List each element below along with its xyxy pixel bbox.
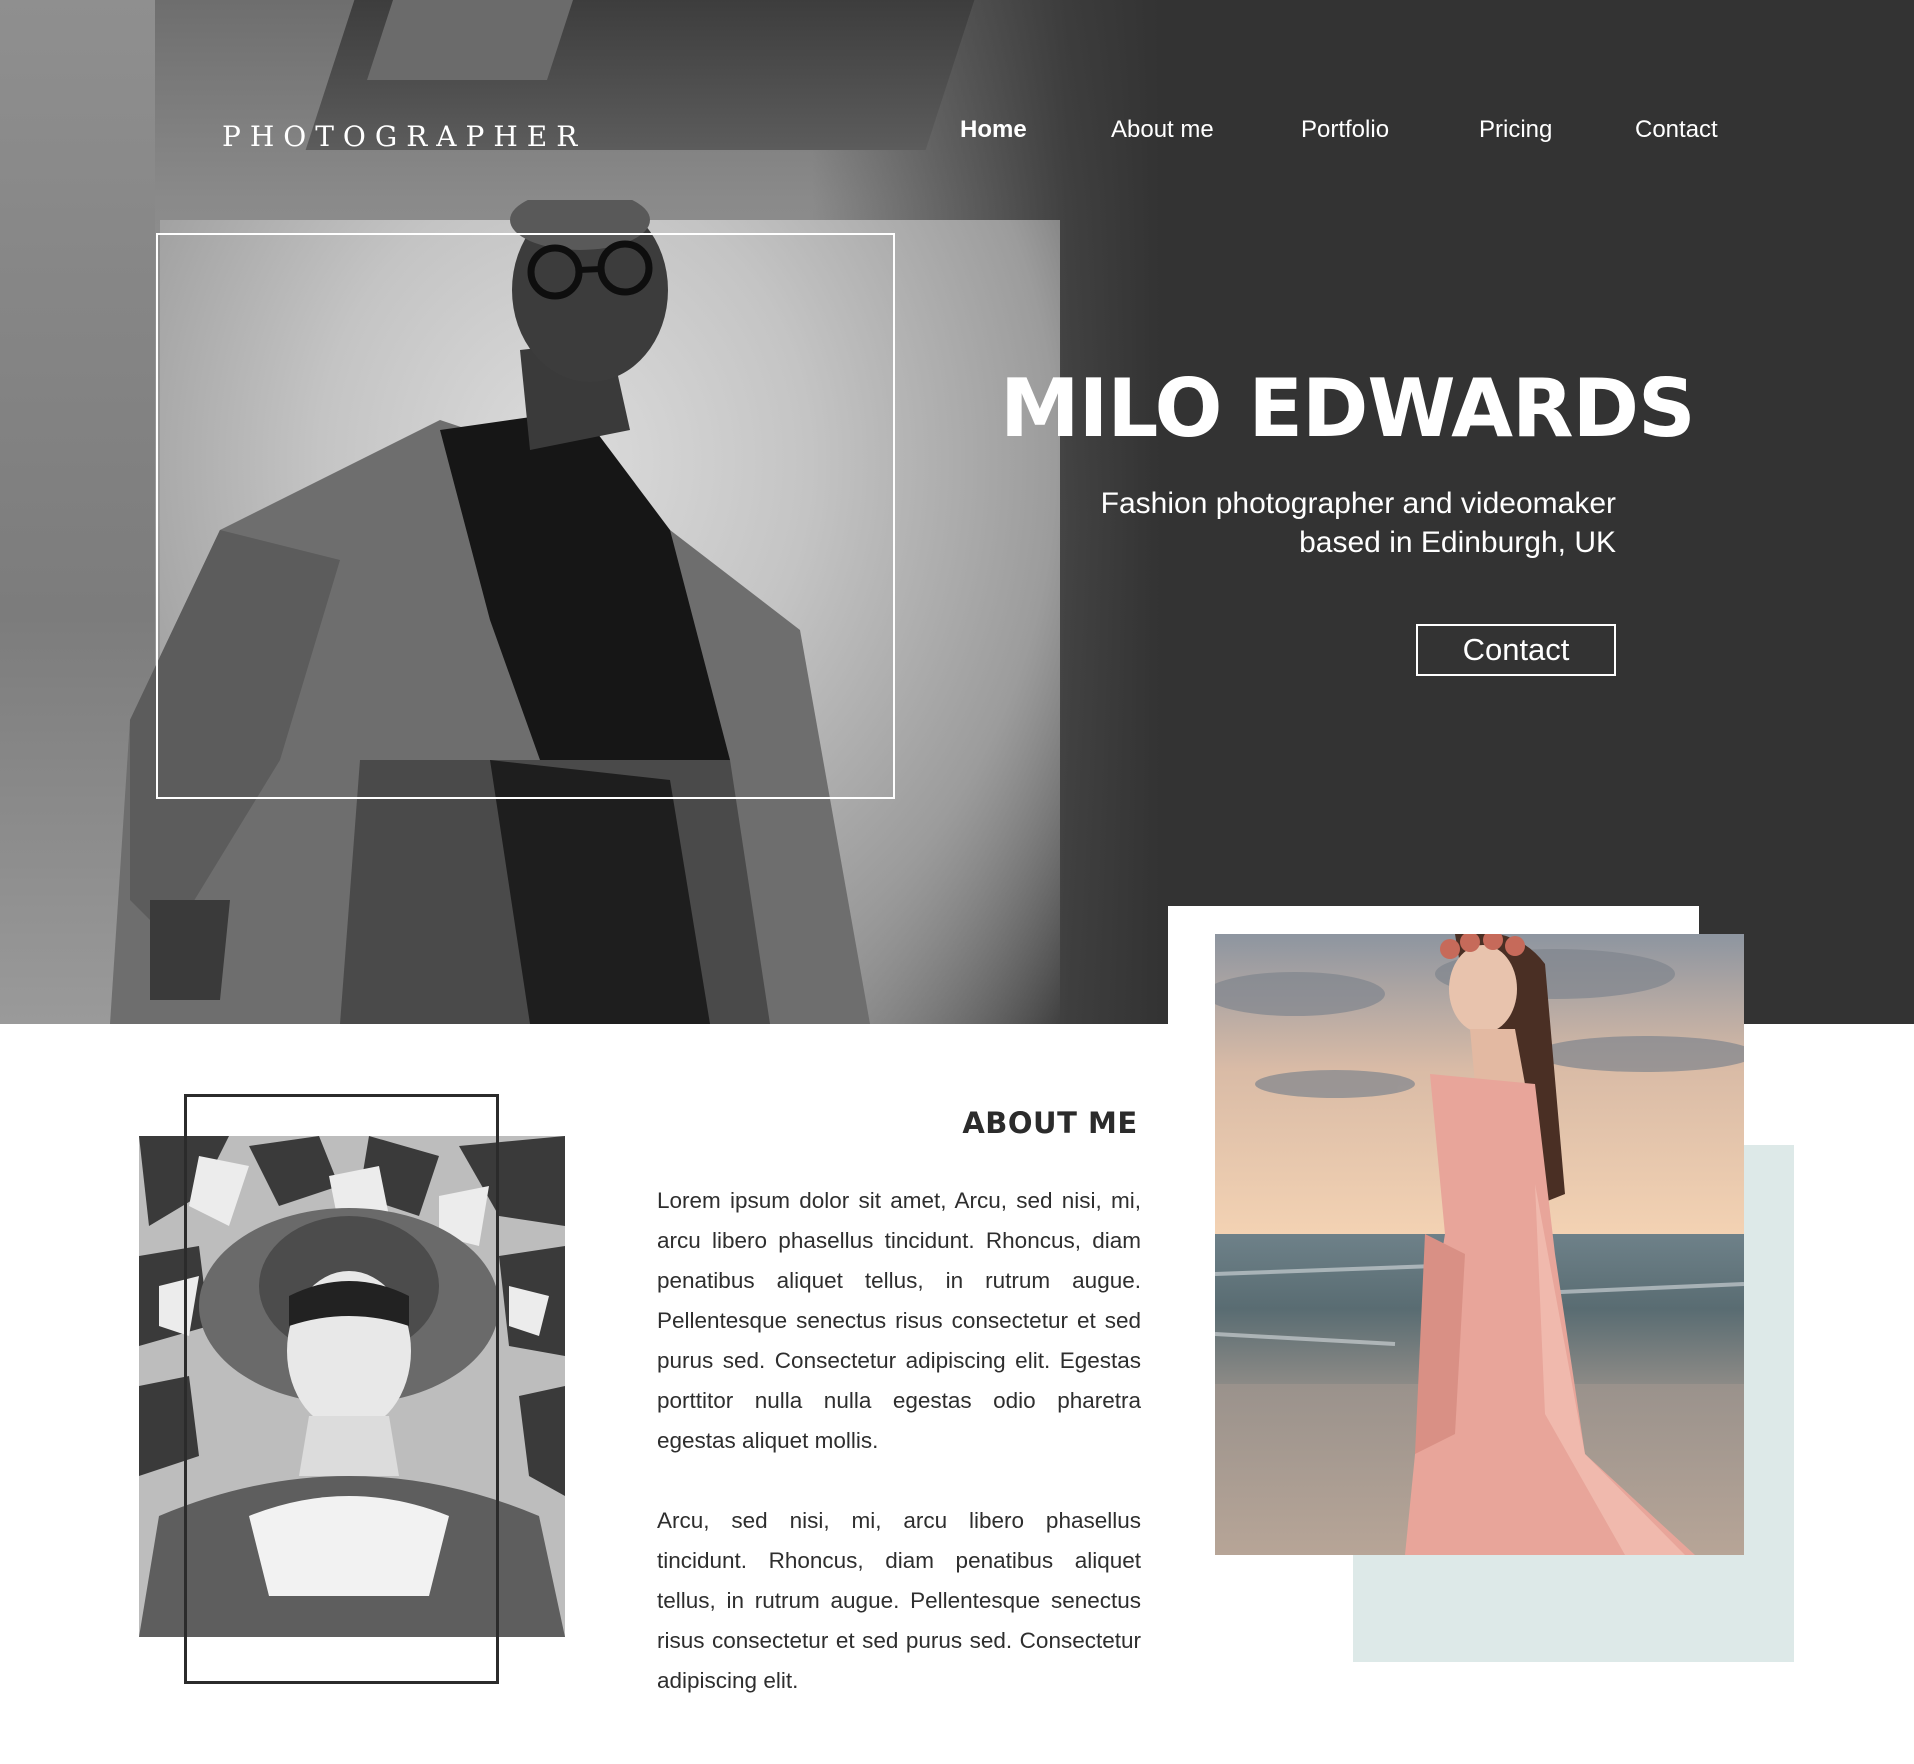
hero-section: PHOTOGRAPHER Home About me Portfolio Pri… [0, 0, 1914, 1024]
about-paragraph-2: Arcu, sed nisi, mi, arcu libero phasellu… [657, 1508, 1141, 1693]
contact-button[interactable]: Contact [1416, 624, 1616, 676]
nav-about-me[interactable]: About me [1111, 116, 1214, 144]
hero-photo-beam [367, 0, 573, 80]
beach-dress-photo-image [1215, 934, 1744, 1555]
hero-subtitle-line1: Fashion photographer and videomaker [1100, 487, 1616, 520]
beach-dress-photo [1215, 934, 1744, 1555]
portrait-frame-outline [184, 1094, 499, 1684]
hero-frame-outline [156, 233, 895, 799]
hero-subtitle: Fashion photographer and videomaker base… [1056, 484, 1616, 562]
site-logo[interactable]: PHOTOGRAPHER [222, 120, 586, 153]
about-paragraph-1: Lorem ipsum dolor sit amet, Arcu, sed ni… [657, 1188, 1141, 1453]
nav-portfolio[interactable]: Portfolio [1301, 116, 1389, 144]
hero-subtitle-line2: based in Edinburgh, UK [1299, 526, 1616, 559]
about-heading: ABOUT ME [962, 1106, 1138, 1140]
nav-contact[interactable]: Contact [1635, 116, 1718, 144]
nav-home[interactable]: Home [960, 116, 1027, 144]
hero-title: MILO EDWARDS [1000, 362, 1696, 455]
nav-pricing[interactable]: Pricing [1479, 116, 1552, 144]
